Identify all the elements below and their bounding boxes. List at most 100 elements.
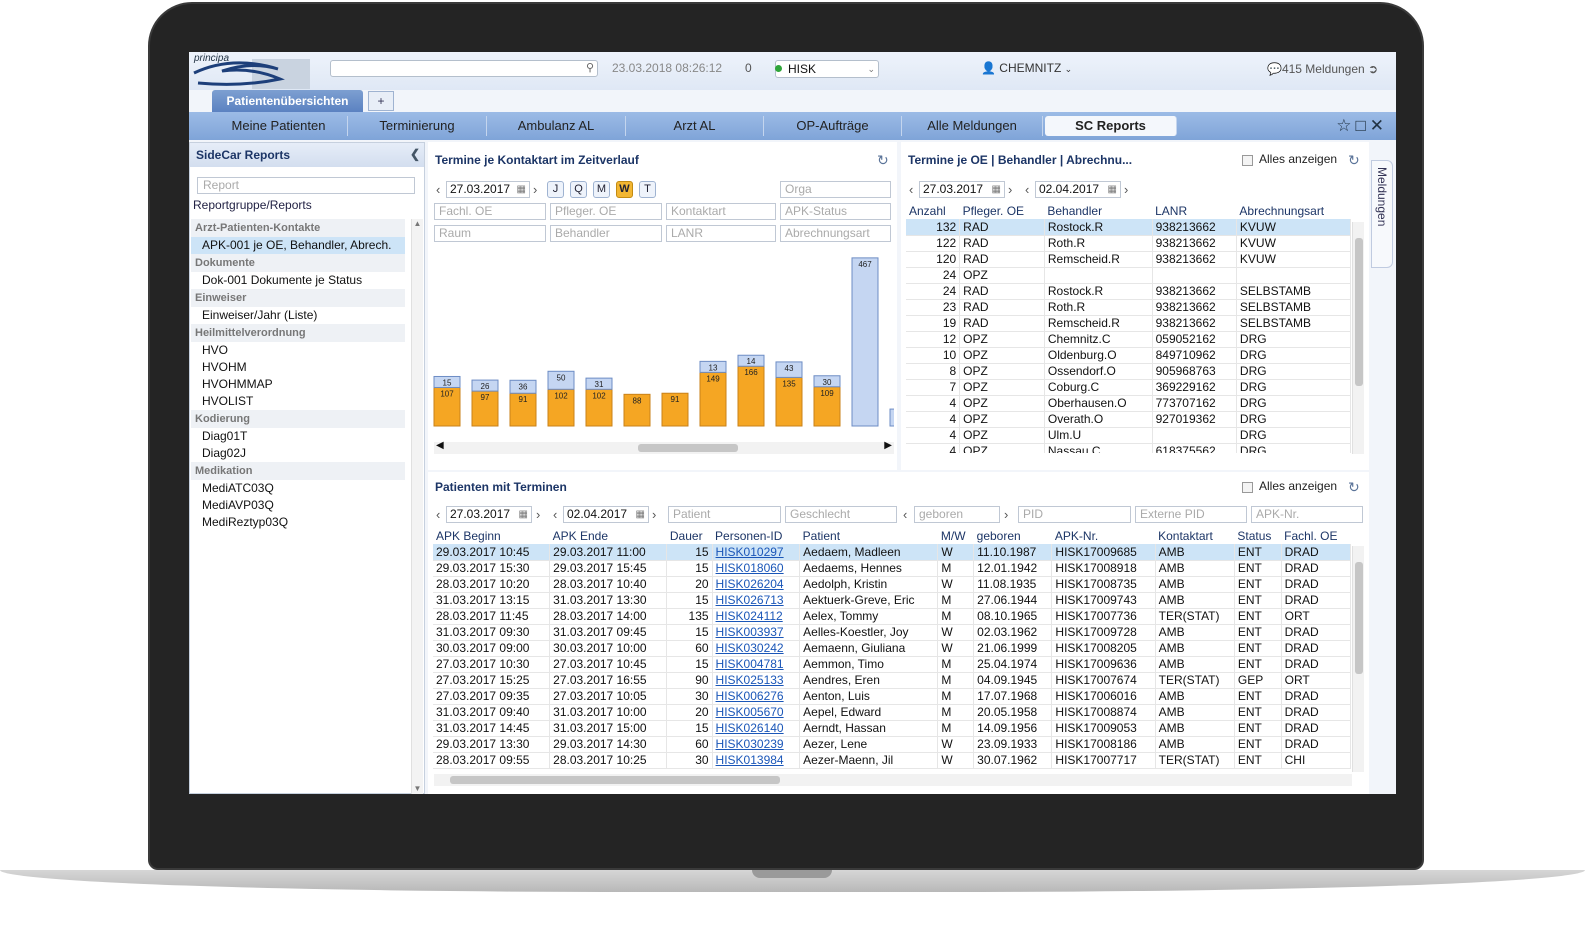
person-id-link[interactable]: HISK025133 [716, 673, 784, 687]
person-id-link[interactable]: HISK003937 [716, 625, 784, 639]
prev-date-icon[interactable]: ‹ [903, 507, 907, 522]
externe-pid-filter[interactable]: Externe PID [1135, 506, 1247, 523]
person-id-link[interactable]: HISK024112 [716, 609, 783, 623]
raum-filter[interactable]: Raum [434, 225, 546, 242]
prev-date-icon[interactable]: ‹ [1025, 182, 1029, 197]
patients-date-to[interactable]: 02.04.2017 ▦ [563, 506, 649, 523]
patients-hscroll-thumb[interactable] [450, 776, 780, 784]
period-j-button[interactable]: J [547, 181, 564, 198]
orga-filter[interactable]: Orga [780, 181, 891, 198]
column-header[interactable]: Behandler [1044, 203, 1152, 219]
column-header[interactable]: LANR [1152, 203, 1236, 219]
pid-filter[interactable]: PID [1018, 506, 1131, 523]
oe-vscroll-thumb[interactable] [1355, 238, 1363, 386]
report-item[interactable]: Dok-001 Dokumente je Status [191, 272, 405, 289]
person-id-link[interactable]: HISK026140 [716, 721, 784, 735]
table-row[interactable]: 29.03.2017 10:45 29.03.2017 11:00 15 HISK01… [433, 544, 1351, 561]
table-row[interactable]: 28.03.2017 10:20 28.03.2017 10:40 20 HISK02… [433, 576, 1351, 593]
apk-status-filter[interactable]: APK-Status [780, 203, 891, 220]
fachl-oe-filter[interactable]: Fachl. OE [434, 203, 546, 220]
report-item[interactable]: Diag02J [191, 445, 405, 462]
scroll-right-icon[interactable]: ▶ [884, 440, 892, 451]
column-header[interactable]: geboren [974, 528, 1052, 544]
scroll-left-icon[interactable]: ◀ [436, 440, 444, 451]
calendar-icon[interactable]: ▦ [636, 507, 645, 522]
chart-hscroll[interactable]: ◀ ▶ [434, 440, 894, 454]
lanr-filter[interactable]: LANR [666, 225, 776, 242]
geschlecht-filter[interactable]: Geschlecht [785, 506, 897, 523]
nav-terminierung[interactable]: Terminierung [348, 116, 487, 136]
add-tab-button[interactable]: + [368, 91, 394, 111]
column-header[interactable]: M/W [938, 528, 974, 544]
messages-link[interactable]: 💬415 Meldungen ➲ [1267, 62, 1378, 76]
refresh-icon[interactable]: ↻ [1348, 479, 1360, 496]
global-search-input[interactable]: ⚲ [330, 60, 598, 77]
report-item[interactable]: MediATC03Q [191, 480, 405, 497]
scroll-up-icon[interactable]: ▲ [412, 219, 423, 228]
nav-meine-patienten[interactable]: Meine Patienten [210, 116, 348, 136]
table-row[interactable]: 31.03.2017 13:15 31.03.2017 13:30 15 HISK02… [433, 592, 1351, 609]
table-row[interactable]: 29.03.2017 15:30 29.03.2017 15:45 15 HISK01… [433, 560, 1351, 577]
patients-date-from[interactable]: 27.03.2017 ▦ [446, 506, 532, 523]
calendar-icon[interactable]: ▦ [1108, 182, 1117, 197]
table-row[interactable]: 28.03.2017 09:55 28.03.2017 10:25 30 HISK01… [433, 752, 1351, 769]
next-date-icon[interactable]: › [536, 507, 540, 522]
nav-ambulanz-al[interactable]: Ambulanz AL [487, 116, 626, 136]
report-item[interactable]: Einweiser/Jahr (Liste) [191, 307, 405, 324]
patients-vscroll-thumb[interactable] [1355, 562, 1363, 674]
calendar-icon[interactable]: ▦ [519, 507, 528, 522]
column-header[interactable]: Personen-ID [712, 528, 800, 544]
patients-vscroll[interactable] [1352, 546, 1364, 772]
nav-arzt-al[interactable]: Arzt AL [626, 116, 764, 136]
chart-hscroll-thumb[interactable] [638, 444, 738, 452]
person-id-link[interactable]: HISK004781 [716, 657, 784, 671]
table-row[interactable]: 29.03.2017 13:30 29.03.2017 14:30 60 HISK03… [433, 736, 1351, 753]
prev-date-icon[interactable]: ‹ [436, 507, 440, 522]
refresh-icon[interactable]: ↻ [877, 152, 889, 169]
person-id-link[interactable]: HISK010297 [716, 545, 784, 559]
person-id-link[interactable]: HISK026204 [716, 577, 784, 591]
next-date-icon[interactable]: › [652, 507, 656, 522]
column-header[interactable]: Patient [800, 528, 938, 544]
report-item[interactable]: MediAVP03Q [191, 497, 405, 514]
report-item[interactable]: HVOHM [191, 359, 405, 376]
report-item[interactable]: Diag01T [191, 428, 405, 445]
period-m-button[interactable]: M [593, 181, 610, 198]
table-row[interactable]: 27.03.2017 15:25 27.03.2017 16:55 90 HISK02… [433, 672, 1351, 689]
column-header[interactable]: Dauer [667, 528, 712, 544]
period-t-button[interactable]: T [639, 181, 656, 198]
collapse-icon[interactable]: ❮ [410, 147, 420, 161]
report-item[interactable]: MediReztyp03Q [191, 514, 405, 531]
table-row[interactable]: 10 OPZ Oldenburg.O 849710962 DRG [906, 347, 1351, 364]
table-row[interactable]: 30.03.2017 09:00 30.03.2017 10:00 60 HISK03… [433, 640, 1351, 657]
maximize-icon[interactable]: □ [1355, 116, 1369, 135]
sidebar-scrollbar[interactable]: ▲ ▼ [411, 219, 423, 794]
table-row[interactable]: 24 OPZ [906, 267, 1351, 284]
table-row[interactable]: 7 OPZ Coburg.C 369229162 DRG [906, 379, 1351, 396]
next-date-icon[interactable]: › [533, 182, 537, 197]
patients-hscroll[interactable] [434, 774, 1352, 786]
person-id-link[interactable]: HISK005670 [716, 705, 784, 719]
table-row[interactable]: 4 OPZ Overath.O 927019362 DRG [906, 411, 1351, 428]
behandler-filter[interactable]: Behandler [550, 225, 662, 242]
chart-bar[interactable] [851, 257, 879, 427]
table-row[interactable]: 12 OPZ Chemnitz.C 059052162 DRG [906, 331, 1351, 348]
calendar-icon[interactable]: ▦ [517, 182, 526, 197]
table-row[interactable]: 132 RAD Rostock.R 938213662 KVUW [906, 219, 1351, 236]
column-header[interactable]: APK-Nr. [1052, 528, 1155, 544]
column-header[interactable]: Pfleger. OE [960, 203, 1045, 219]
star-icon[interactable]: ☆ [1336, 116, 1355, 135]
show-all-checkbox[interactable] [1242, 482, 1253, 493]
oe-date-to[interactable]: 02.04.2017 ▦ [1035, 181, 1121, 198]
column-header[interactable]: Status [1234, 528, 1281, 544]
table-row[interactable]: 27.03.2017 09:35 27.03.2017 10:05 30 HISK00… [433, 688, 1351, 705]
person-id-link[interactable]: HISK018060 [716, 561, 784, 575]
table-row[interactable]: 4 OPZ Nassau.C 618375562 DRG [906, 443, 1351, 453]
next-date-icon[interactable]: › [1124, 182, 1128, 197]
table-row[interactable]: 120 RAD Remscheid.R 938213662 KVUW [906, 251, 1351, 268]
pfleger-oe-filter[interactable]: Pfleger. OE [550, 203, 662, 220]
scroll-down-icon[interactable]: ▼ [412, 784, 423, 793]
kontaktart-filter[interactable]: Kontaktart [666, 203, 776, 220]
report-item[interactable]: APK-001 je OE, Behandler, Abrech. [191, 237, 405, 254]
table-row[interactable]: 31.03.2017 09:30 31.03.2017 09:45 15 HISK00… [433, 624, 1351, 641]
